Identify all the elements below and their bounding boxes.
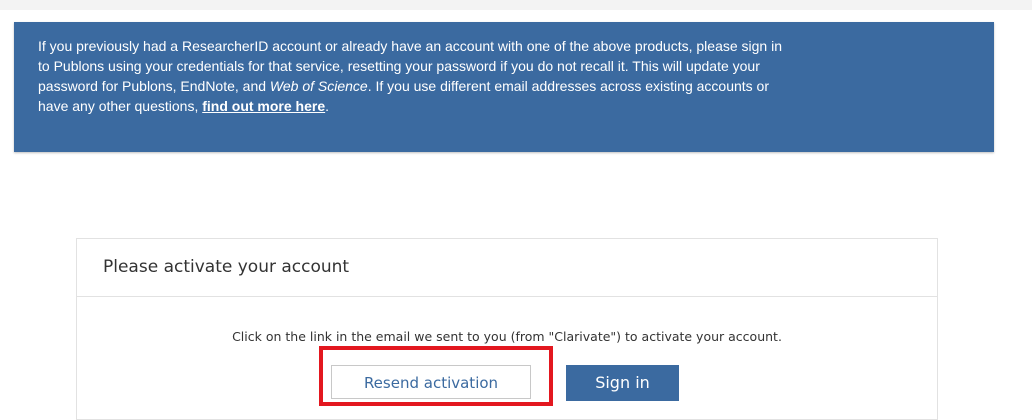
banner-line-2: to Publons using your credentials for th… (38, 58, 760, 74)
banner-line-3-prefix: password for Publons, EndNote, and (38, 78, 270, 94)
info-banner: If you previously had a ResearcherID acc… (14, 22, 994, 152)
banner-line-1: If you previously had a ResearcherID acc… (38, 38, 783, 54)
sign-in-button[interactable]: Sign in (566, 365, 679, 401)
banner-line-4-suffix: . (325, 98, 330, 114)
activation-card: Please activate your account Click on th… (76, 238, 938, 420)
banner-line-4-prefix: have any other questions, (38, 98, 203, 114)
activation-card-title: Please activate your account (77, 239, 937, 297)
find-out-more-link[interactable]: find out more here (202, 98, 325, 114)
banner-line-3-suffix: . If you use different email addresses a… (367, 78, 769, 94)
activation-card-body: Click on the link in the email we sent t… (77, 297, 937, 417)
resend-activation-button[interactable]: Resend activation (331, 365, 531, 399)
banner-product-name: Web of Science (269, 78, 368, 94)
button-row: Resend activation Sign in (77, 357, 937, 403)
banner-text: If you previously had a ResearcherID acc… (38, 36, 970, 116)
top-strip (0, 0, 1032, 10)
activation-instruction: Click on the link in the email we sent t… (232, 329, 782, 344)
